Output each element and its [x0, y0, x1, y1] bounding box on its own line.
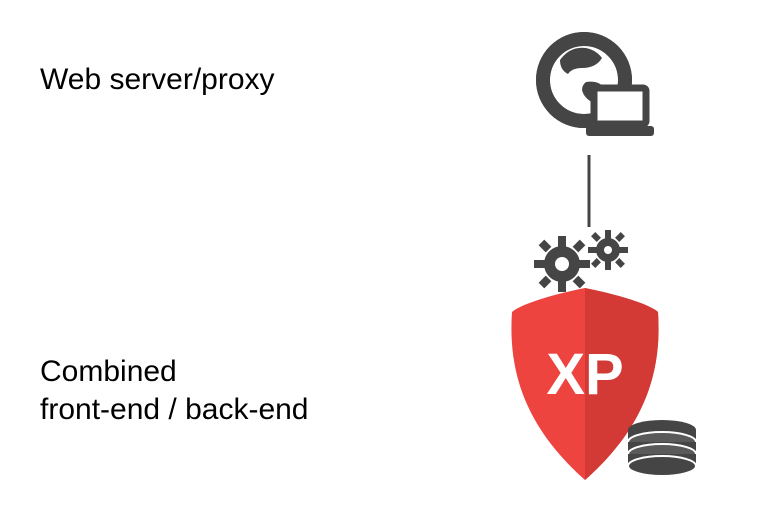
xp-badge-text: XP	[546, 342, 623, 407]
gears-icon	[534, 230, 628, 292]
combined-front-back-label: Combined front-end / back-end	[40, 353, 309, 428]
database-icon	[628, 420, 696, 476]
web-server-proxy-label: Web server/proxy	[40, 61, 275, 99]
globe-laptop-icon	[526, 28, 654, 143]
xp-shield-icon: XP	[500, 230, 710, 510]
combined-line1: Combined	[40, 353, 309, 391]
combined-line2: front-end / back-end	[40, 391, 309, 429]
connector-line	[588, 155, 590, 227]
